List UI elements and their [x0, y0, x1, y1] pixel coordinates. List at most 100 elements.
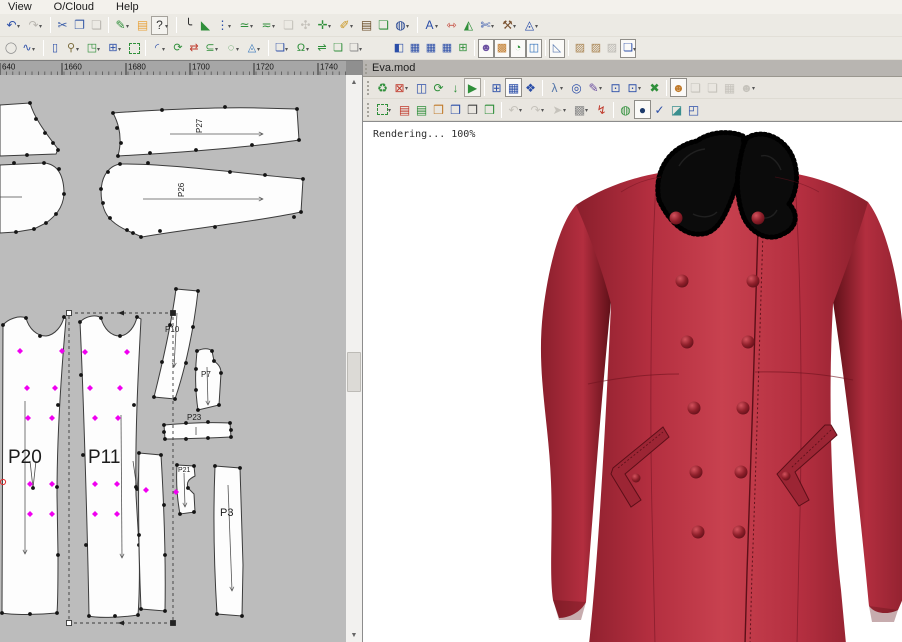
- node-point[interactable]: [228, 421, 232, 425]
- cone-3d-icon-dropdown[interactable]: ▾: [257, 47, 263, 53]
- node-point[interactable]: [0, 611, 4, 615]
- help-icon[interactable]: ?▾: [151, 16, 168, 35]
- node-point[interactable]: [299, 210, 303, 214]
- place-image-icon[interactable]: ▤: [134, 16, 151, 35]
- node-point[interactable]: [228, 170, 232, 174]
- marquee-3d-icon-dropdown[interactable]: ▾: [388, 108, 394, 114]
- landscape-icon[interactable]: ◪: [668, 100, 685, 119]
- monitor1-icon[interactable]: ⊡: [607, 78, 624, 97]
- node-point[interactable]: [160, 108, 164, 112]
- node-point[interactable]: [1, 323, 5, 327]
- clover-tool-icon[interactable]: ✣: [297, 16, 314, 35]
- menu-view[interactable]: View: [6, 1, 34, 13]
- node-point[interactable]: [25, 153, 29, 157]
- selection-handle[interactable]: [67, 311, 72, 316]
- node-point[interactable]: [135, 315, 139, 319]
- sphere-dark-icon[interactable]: ●: [634, 100, 651, 119]
- node-point[interactable]: [223, 105, 227, 109]
- lightbulb-icon[interactable]: ◯: [3, 39, 19, 58]
- wave-tool-icon[interactable]: ∿▾: [19, 39, 35, 58]
- node-point[interactable]: [57, 167, 61, 171]
- node-point[interactable]: [118, 334, 122, 338]
- node-point[interactable]: [62, 192, 66, 196]
- node-point[interactable]: [240, 614, 244, 618]
- cut-icon[interactable]: ✂: [54, 16, 71, 35]
- measure-tool-icon-dropdown[interactable]: ▾: [435, 24, 441, 30]
- colorways-icon[interactable]: ◔: [510, 39, 526, 58]
- node-point[interactable]: [194, 148, 198, 152]
- fit-view-icon[interactable]: ✖: [646, 78, 663, 97]
- node-point[interactable]: [162, 430, 166, 434]
- node-point[interactable]: [28, 612, 32, 616]
- copy-icon[interactable]: ❐: [71, 16, 88, 35]
- set-square-icon[interactable]: ◺: [549, 39, 565, 58]
- texture-checker-icon[interactable]: ▩: [494, 39, 510, 58]
- node-point[interactable]: [217, 403, 221, 407]
- title-grip[interactable]: [364, 63, 369, 74]
- node-point[interactable]: [28, 101, 32, 105]
- node-point[interactable]: [139, 235, 143, 239]
- table-header-icon[interactable]: ▦: [407, 39, 423, 58]
- node-point[interactable]: [213, 225, 217, 229]
- piece-outline-icon[interactable]: ❏▾: [620, 39, 636, 58]
- export-image-icon[interactable]: ◳▾: [84, 39, 100, 58]
- node-point[interactable]: [131, 231, 135, 235]
- delete-sim-icon[interactable]: ⊠▾: [391, 78, 408, 97]
- node-point[interactable]: [206, 436, 210, 440]
- piece-outline-icon-dropdown[interactable]: ▾: [633, 47, 639, 53]
- scroll-up-button[interactable]: ▲: [346, 75, 362, 90]
- check-ok-icon[interactable]: ✓: [651, 100, 668, 119]
- corner-curve-icon[interactable]: ◜▾: [149, 39, 165, 58]
- export-piece-icon-dropdown[interactable]: ▾: [285, 47, 291, 53]
- ghost-avatar-icon-dropdown[interactable]: ▾: [752, 86, 758, 92]
- pattern-piece-side-panel[interactable]: [137, 451, 167, 613]
- monitor2-icon[interactable]: ⊡▾: [624, 78, 641, 97]
- node-point[interactable]: [194, 367, 198, 371]
- plumb-bob-icon[interactable]: ⚲▾: [63, 39, 79, 58]
- node-point[interactable]: [56, 403, 60, 407]
- node-point[interactable]: [297, 138, 301, 142]
- node-point[interactable]: [84, 543, 88, 547]
- node-point[interactable]: [51, 141, 55, 145]
- node-point[interactable]: [178, 512, 182, 516]
- grade-tool-icon[interactable]: ◬▾: [521, 16, 538, 35]
- avatar-edit-icon-dropdown[interactable]: ▾: [599, 86, 605, 92]
- node-point[interactable]: [81, 453, 85, 457]
- globe-tool-icon[interactable]: ◍▾: [392, 16, 409, 35]
- grid-snap-icon[interactable]: ▦: [505, 78, 522, 97]
- texture-red-icon[interactable]: ▤: [396, 100, 413, 119]
- fold-tool-icon[interactable]: ≃▾: [236, 16, 253, 35]
- cube-blue-icon[interactable]: ❒: [447, 100, 464, 119]
- toolbar-grip[interactable]: [366, 102, 371, 118]
- node-point[interactable]: [43, 131, 47, 135]
- node-point[interactable]: [31, 486, 35, 490]
- add-point-icon-dropdown[interactable]: ▾: [328, 24, 334, 30]
- globe-3d-icon[interactable]: ◍: [617, 100, 634, 119]
- node-point[interactable]: [38, 334, 42, 338]
- node-point[interactable]: [34, 117, 38, 121]
- node-point[interactable]: [215, 612, 219, 616]
- sync-arrows-icon[interactable]: ⇌: [314, 39, 330, 58]
- node-point[interactable]: [115, 126, 119, 130]
- node-point[interactable]: [159, 453, 163, 457]
- node-point[interactable]: [192, 464, 196, 468]
- swatch1-icon[interactable]: ▨: [572, 39, 588, 58]
- add-point-icon[interactable]: ✛▾: [314, 16, 331, 35]
- node-point[interactable]: [78, 320, 82, 324]
- node-point[interactable]: [137, 451, 141, 455]
- node-point[interactable]: [62, 315, 66, 319]
- node-point[interactable]: [118, 162, 122, 166]
- undo-icon-dropdown[interactable]: ▾: [17, 24, 23, 30]
- paste-props-icon[interactable]: ❏: [280, 16, 297, 35]
- close-curve-icon[interactable]: ⊆▾: [202, 39, 218, 58]
- node-point[interactable]: [238, 466, 242, 470]
- node-point[interactable]: [137, 533, 141, 537]
- node-point[interactable]: [87, 614, 91, 618]
- shear-tool-icon[interactable]: ◣: [197, 16, 214, 35]
- node-point[interactable]: [163, 553, 167, 557]
- green-doc-icon[interactable]: ❏: [375, 16, 392, 35]
- edit-pattern-icon[interactable]: ✎▾: [112, 16, 129, 35]
- node-point[interactable]: [146, 161, 150, 165]
- measure-seg-icon[interactable]: ⇄: [186, 39, 202, 58]
- redo-3d-icon[interactable]: ↷▾: [527, 100, 544, 119]
